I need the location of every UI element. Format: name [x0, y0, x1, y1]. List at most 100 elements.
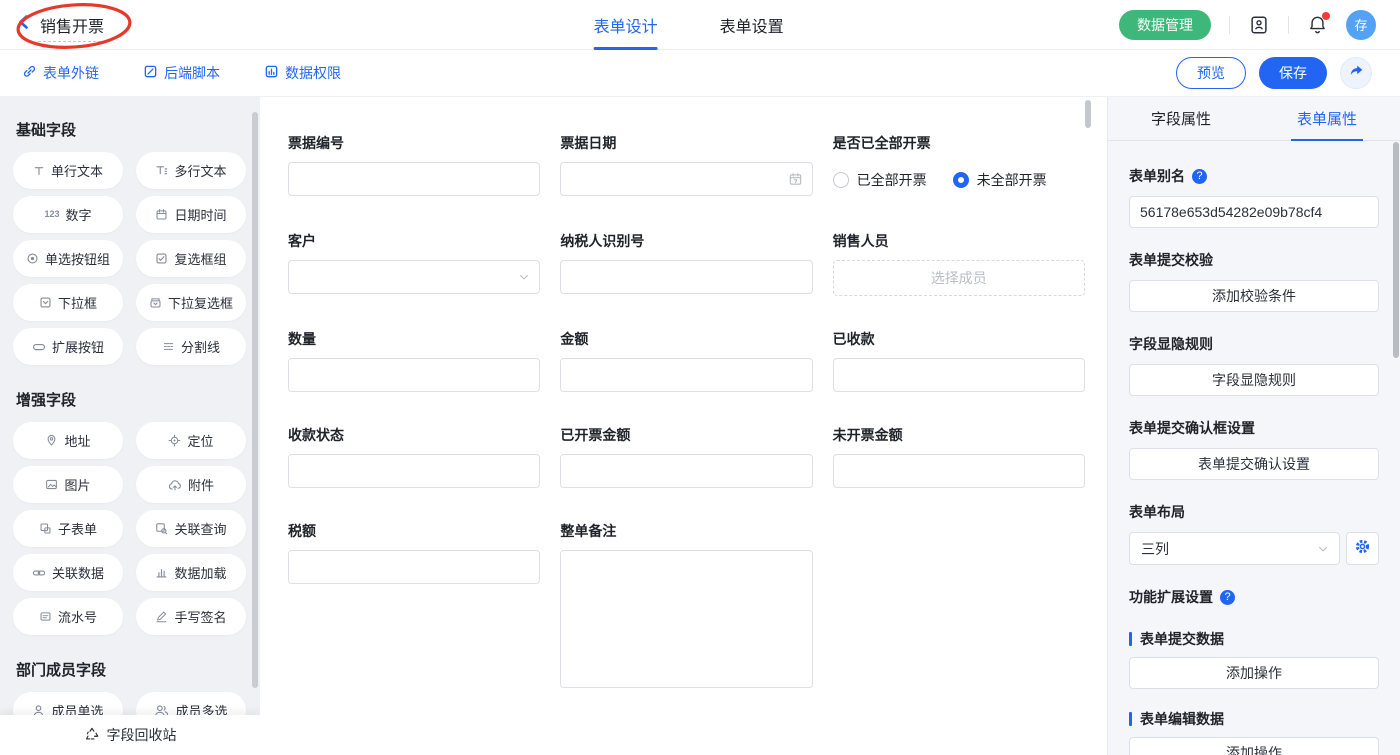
share-button[interactable]: [1340, 57, 1372, 89]
address-book-icon[interactable]: [1248, 14, 1270, 36]
property-action-button[interactable]: 添加校验条件: [1129, 280, 1379, 312]
canvas-field[interactable]: 销售人员选择成员: [833, 231, 1085, 296]
palette-item-label: 图片: [64, 475, 90, 494]
date-input[interactable]: [560, 162, 812, 196]
canvas-field[interactable]: 票据编号: [288, 133, 540, 198]
palette-item[interactable]: 分割线: [136, 328, 246, 365]
member-picker[interactable]: 选择成员: [833, 260, 1085, 296]
image-icon: [45, 478, 58, 491]
textarea-input[interactable]: [560, 550, 812, 688]
text-input[interactable]: [560, 358, 812, 392]
property-label: 功能扩展设置?: [1129, 587, 1379, 607]
radio-option[interactable]: 已全部开票: [833, 170, 927, 190]
text-input[interactable]: [288, 162, 540, 196]
location-icon: [168, 434, 181, 447]
text-input[interactable]: [288, 454, 540, 488]
palette-item[interactable]: 手写签名: [136, 598, 246, 635]
palette-item[interactable]: 123数字: [13, 196, 123, 233]
toolbar-link-external[interactable]: 表单外链: [22, 63, 99, 83]
save-button[interactable]: 保存: [1259, 57, 1327, 89]
preview-button[interactable]: 预览: [1176, 57, 1246, 89]
layout-select[interactable]: 三列: [1129, 532, 1340, 565]
canvas-field[interactable]: 收款状态: [288, 425, 540, 488]
palette-item-label: 手写签名: [174, 607, 226, 626]
field-recycle-bin[interactable]: 字段回收站: [0, 715, 260, 755]
palette-item[interactable]: 单行文本: [13, 152, 123, 189]
select-input[interactable]: [288, 260, 540, 294]
panel-scrollbar[interactable]: [1393, 142, 1399, 358]
palette-item-label: 分割线: [181, 337, 220, 356]
permission-icon: [264, 64, 279, 82]
text-input[interactable]: [560, 260, 812, 294]
palette-item[interactable]: 流水号: [13, 598, 123, 635]
text-input[interactable]: [560, 454, 812, 488]
property-action-button[interactable]: 表单提交确认设置: [1129, 448, 1379, 480]
palette-item[interactable]: 定位: [136, 422, 246, 459]
sidebar-scrollbar[interactable]: [252, 112, 258, 688]
form-canvas[interactable]: 票据编号票据日期 是否已全部开票已全部开票 未全部开票客户纳税人识别号 销售人员选择成…: [260, 97, 1107, 755]
property-label-text: 表单布局: [1129, 502, 1185, 522]
palette-item[interactable]: 下拉框: [13, 284, 123, 321]
field-label: 是否已全部开票: [833, 133, 1085, 153]
canvas-field[interactable]: 已开票金额: [560, 425, 812, 488]
palette-item[interactable]: 图片: [13, 466, 123, 503]
layout-settings-button[interactable]: [1346, 532, 1379, 565]
text-input[interactable]: [833, 454, 1085, 488]
help-icon[interactable]: ?: [1220, 590, 1235, 605]
palette-item[interactable]: 地址: [13, 422, 123, 459]
dropdown-icon: [39, 296, 52, 309]
tab-form-design[interactable]: 表单设计: [594, 0, 658, 50]
palette-item[interactable]: 多行文本: [136, 152, 246, 189]
help-icon[interactable]: ?: [1192, 169, 1207, 184]
toolbar-link-script[interactable]: 后端脚本: [143, 63, 220, 83]
page-title[interactable]: 销售开票: [38, 16, 106, 42]
recycle-icon: [84, 726, 100, 745]
tab-form-properties[interactable]: 表单属性: [1254, 97, 1400, 140]
property-label: 表单提交数据: [1129, 629, 1379, 649]
palette-item[interactable]: 附件: [136, 466, 246, 503]
tab-field-properties[interactable]: 字段属性: [1108, 97, 1254, 140]
canvas-scrollbar[interactable]: [1085, 100, 1091, 128]
canvas-field[interactable]: 已收款: [833, 329, 1085, 392]
field-label: 未开票金额: [833, 425, 1085, 445]
palette-item[interactable]: 下拉复选框: [136, 284, 246, 321]
palette-item[interactable]: 数据加载: [136, 554, 246, 591]
palette-item[interactable]: 日期时间: [136, 196, 246, 233]
canvas-field[interactable]: 未开票金额: [833, 425, 1085, 488]
palette-item[interactable]: 复选框组: [136, 240, 246, 277]
data-manage-button[interactable]: 数据管理: [1119, 10, 1211, 40]
palette-item[interactable]: 子表单: [13, 510, 123, 547]
field-label: 金额: [560, 329, 812, 349]
canvas-field[interactable]: 税额: [288, 521, 540, 688]
property-label: 表单提交校验: [1129, 250, 1379, 270]
property-action-button[interactable]: 添加操作: [1129, 737, 1379, 755]
canvas-field[interactable]: 金额: [560, 329, 812, 392]
palette-item[interactable]: 扩展按钮: [13, 328, 123, 365]
canvas-field[interactable]: 数量: [288, 329, 540, 392]
field-label: 纳税人识别号: [560, 231, 812, 251]
text-input[interactable]: [288, 358, 540, 392]
toolbar-link-permission[interactable]: 数据权限: [264, 63, 341, 83]
notification-bell-icon[interactable]: [1307, 14, 1328, 35]
property-label: 表单布局: [1129, 502, 1379, 522]
palette-item[interactable]: 单选按钮组: [13, 240, 123, 277]
avatar[interactable]: 存: [1346, 10, 1376, 40]
form-alias-input[interactable]: 56178e653d54282e09b78cf4: [1129, 196, 1379, 228]
canvas-field[interactable]: 票据日期: [560, 133, 812, 198]
palette-item[interactable]: 关联查询: [136, 510, 246, 547]
property-action-button[interactable]: 字段显隐规则: [1129, 364, 1379, 396]
text-input[interactable]: [288, 550, 540, 584]
back-button[interactable]: [16, 14, 32, 35]
canvas-field[interactable]: 是否已全部开票已全部开票 未全部开票: [833, 133, 1085, 198]
radio-option[interactable]: 未全部开票: [953, 170, 1047, 190]
property-label-text: 表单提交数据: [1140, 629, 1224, 649]
canvas-field[interactable]: 纳税人识别号: [560, 231, 812, 296]
canvas-field[interactable]: 客户: [288, 231, 540, 296]
canvas-field[interactable]: 整单备注: [560, 521, 812, 688]
palette-item[interactable]: 关联数据: [13, 554, 123, 591]
chevron-down-icon: [518, 271, 530, 283]
tab-form-settings[interactable]: 表单设置: [720, 0, 784, 50]
palette-item-label: 扩展按钮: [52, 337, 104, 356]
text-input[interactable]: [833, 358, 1085, 392]
property-action-button[interactable]: 添加操作: [1129, 657, 1379, 689]
